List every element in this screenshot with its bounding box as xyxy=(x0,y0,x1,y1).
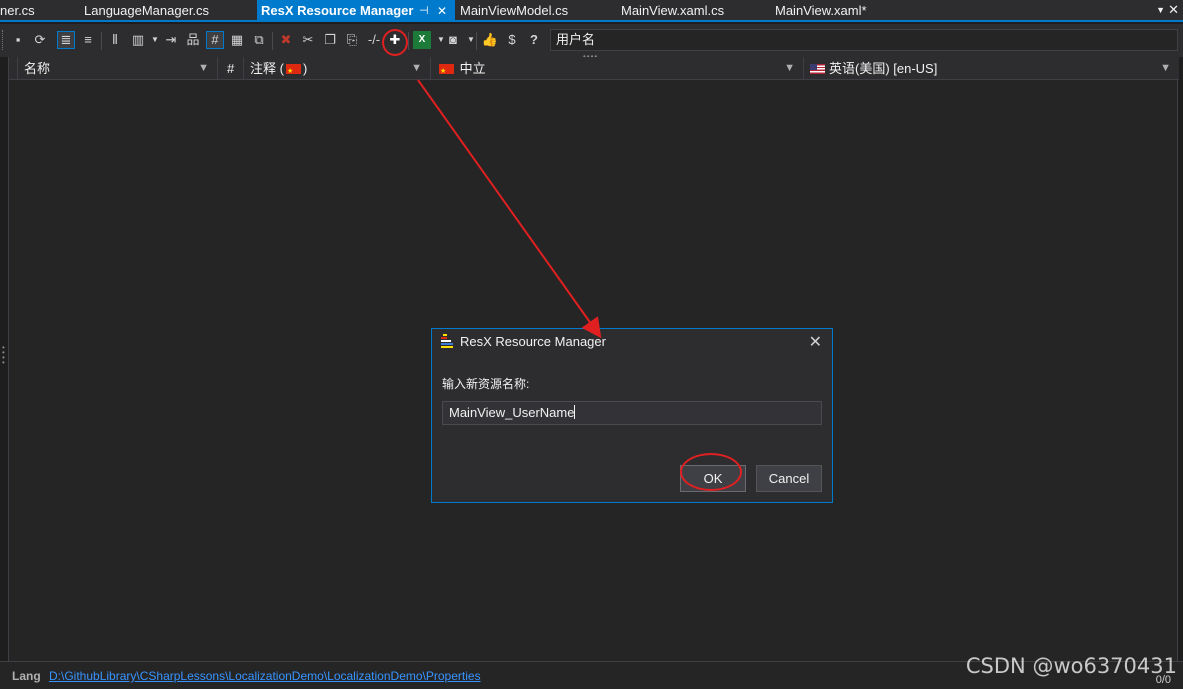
annotation-arrow xyxy=(417,79,602,339)
